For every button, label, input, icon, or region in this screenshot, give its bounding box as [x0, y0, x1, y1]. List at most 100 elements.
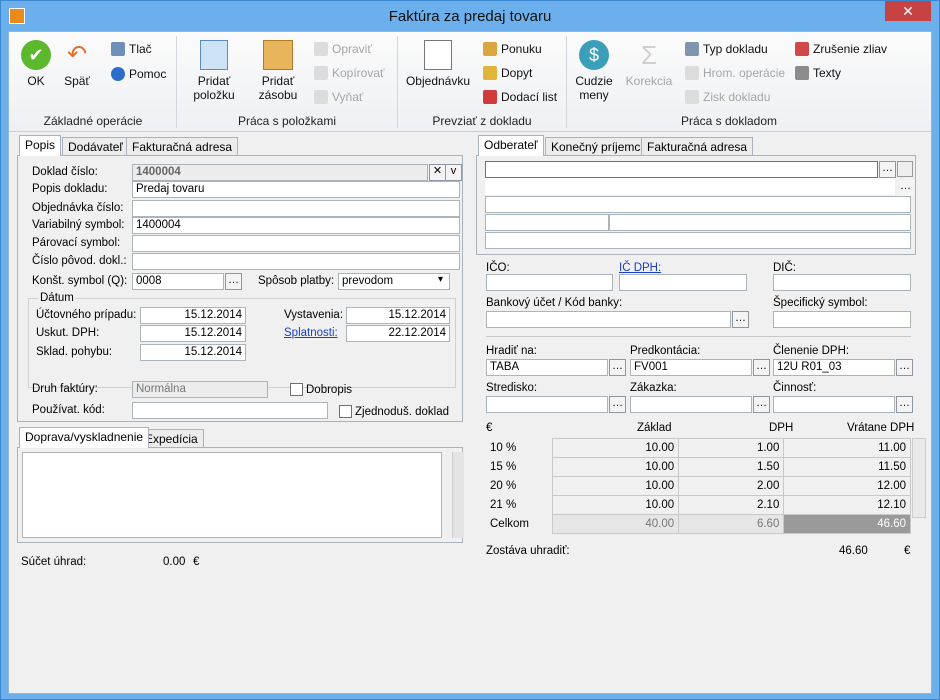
- bank-field[interactable]: [486, 311, 731, 328]
- activity-field[interactable]: [773, 396, 895, 413]
- customer-name-field[interactable]: [485, 161, 878, 178]
- close-button[interactable]: ✕: [885, 1, 931, 21]
- value-cell[interactable]: 10.00: [551, 495, 680, 515]
- job-field[interactable]: [630, 396, 752, 413]
- tab-dodavatel[interactable]: Dodávateľ: [62, 137, 129, 156]
- chevron-down-icon[interactable]: ▾: [438, 274, 443, 285]
- value-cell[interactable]: 12.10: [783, 495, 911, 515]
- job-picker[interactable]: …: [753, 396, 770, 413]
- tab-konecny-prijemca[interactable]: Konečný príjemca: [545, 137, 654, 156]
- add-stock-button[interactable]: Pridať zásobu: [249, 40, 307, 102]
- precont-picker[interactable]: …: [753, 359, 770, 376]
- customer-country[interactable]: [485, 232, 911, 249]
- texts-button[interactable]: Texty: [795, 66, 841, 80]
- value-cell[interactable]: 10.00: [551, 476, 680, 496]
- foreign-currency-button[interactable]: $ Cudzie meny: [571, 40, 617, 102]
- address-picker[interactable]: …: [897, 180, 914, 197]
- tab-odberatel[interactable]: Odberateľ: [478, 135, 544, 156]
- help-button[interactable]: Pomoc: [111, 67, 166, 81]
- vat-split-picker[interactable]: …: [896, 359, 913, 376]
- vat-date-field[interactable]: 15.12.2014: [140, 325, 246, 342]
- value-cell[interactable]: 10.00: [551, 438, 680, 458]
- issue-date-field[interactable]: 15.12.2014: [346, 307, 450, 324]
- scrollbar[interactable]: [452, 452, 464, 538]
- value-cell[interactable]: 12.00: [783, 476, 911, 496]
- value-cell[interactable]: 10.00: [551, 457, 680, 477]
- var-sym-field[interactable]: 1400004: [132, 217, 460, 234]
- customer-address-2[interactable]: [485, 196, 911, 213]
- delivery-note-button[interactable]: Dodací list: [483, 90, 557, 104]
- due-date-field[interactable]: 22.12.2014: [346, 325, 450, 342]
- dobropis-checkbox[interactable]: [290, 383, 303, 396]
- const-sym-field[interactable]: 0008: [132, 273, 224, 290]
- tab-fakturacna-adresa-right[interactable]: Fakturačná adresa: [641, 137, 754, 156]
- print-button[interactable]: Tlač: [111, 42, 152, 56]
- value-cell[interactable]: 11.50: [783, 457, 911, 477]
- center-field[interactable]: [486, 396, 608, 413]
- order-no-label: Objednávka číslo:: [32, 202, 124, 214]
- ico-field[interactable]: [486, 274, 613, 291]
- transport-textarea[interactable]: [22, 452, 442, 538]
- orig-doc-field[interactable]: [132, 253, 460, 270]
- precont-field[interactable]: FV001: [630, 359, 752, 376]
- ok-button[interactable]: ✔ OK: [17, 40, 55, 88]
- scrollbar[interactable]: [912, 438, 926, 518]
- edit-button[interactable]: Opraviť: [314, 42, 372, 56]
- customer-address-1[interactable]: [485, 178, 895, 195]
- icdph-link[interactable]: IČ DPH:: [619, 262, 661, 274]
- order-no-field[interactable]: [132, 200, 460, 217]
- pay-select[interactable]: prevodom: [338, 273, 450, 290]
- pay-by-picker[interactable]: …: [609, 359, 626, 376]
- doc-no-field[interactable]: 1400004: [132, 164, 428, 181]
- value-cell[interactable]: 1.00: [678, 438, 785, 458]
- pay-by-field[interactable]: TABA: [486, 359, 608, 376]
- chevron-down-icon[interactable]: v: [445, 164, 462, 181]
- order-button[interactable]: Objednávku: [403, 40, 473, 88]
- icdph-field[interactable]: [619, 274, 747, 291]
- value-cell[interactable]: 1.50: [678, 457, 785, 477]
- simplified-checkbox[interactable]: [339, 405, 352, 418]
- customer-city[interactable]: [609, 214, 911, 231]
- const-sym-picker[interactable]: …: [225, 273, 242, 290]
- stock-date-field[interactable]: 15.12.2014: [140, 344, 246, 361]
- value-cell[interactable]: 40.00: [551, 514, 680, 534]
- customer-zip[interactable]: [485, 214, 609, 231]
- bank-picker[interactable]: …: [732, 311, 749, 328]
- correction-button[interactable]: Σ Korekcia: [623, 40, 675, 88]
- acc-date-field[interactable]: 15.12.2014: [140, 307, 246, 324]
- doc-type-button[interactable]: Typ dokladu: [685, 42, 768, 56]
- tab-doprava[interactable]: Doprava/vyskladnenie: [19, 427, 150, 448]
- clear-button[interactable]: ✕: [429, 164, 446, 181]
- vat-split-field[interactable]: 12U R01_03: [773, 359, 895, 376]
- doc-profit-button[interactable]: Zisk dokladu: [685, 90, 770, 104]
- value-cell[interactable]: 46.60: [783, 514, 911, 534]
- card-icon[interactable]: [897, 161, 913, 177]
- spec-sym-field[interactable]: [773, 311, 911, 328]
- cut-button[interactable]: Vyňať: [314, 90, 363, 104]
- activity-picker[interactable]: …: [896, 396, 913, 413]
- bulk-ops-button[interactable]: Hrom. operácie: [685, 66, 785, 80]
- back-button[interactable]: ↶ Späť: [59, 40, 95, 88]
- value-cell[interactable]: 2.10: [678, 495, 785, 515]
- value-cell[interactable]: 2.00: [678, 476, 785, 496]
- center-picker[interactable]: …: [609, 396, 626, 413]
- tab-popis[interactable]: Popis: [19, 135, 62, 156]
- due-date-link[interactable]: Splatnosti:: [284, 327, 338, 339]
- offer-button[interactable]: Ponuku: [483, 42, 542, 56]
- user-code-label: Používat. kód:: [32, 404, 105, 416]
- add-item-button[interactable]: Pridať položku: [185, 40, 243, 102]
- inquiry-button[interactable]: Dopyt: [483, 66, 532, 80]
- value-cell[interactable]: 11.00: [783, 438, 911, 458]
- copy-button[interactable]: Kopírovať: [314, 66, 385, 80]
- pair-sym-field[interactable]: [132, 235, 460, 252]
- user-code-field[interactable]: [132, 402, 328, 419]
- customer-picker[interactable]: …: [879, 161, 896, 178]
- inv-type-select[interactable]: Normálna: [132, 381, 268, 398]
- tab-fakturacna-adresa-left[interactable]: Fakturačná adresa: [126, 137, 239, 156]
- remain-currency: €: [904, 545, 911, 557]
- orig-doc-label: Číslo pôvod. dokl.:: [32, 255, 127, 267]
- desc-field[interactable]: Predaj tovaru: [132, 181, 460, 198]
- cancel-discounts-button[interactable]: Zrušenie zliav: [795, 42, 887, 56]
- value-cell[interactable]: 6.60: [678, 514, 785, 534]
- dic-field[interactable]: [773, 274, 911, 291]
